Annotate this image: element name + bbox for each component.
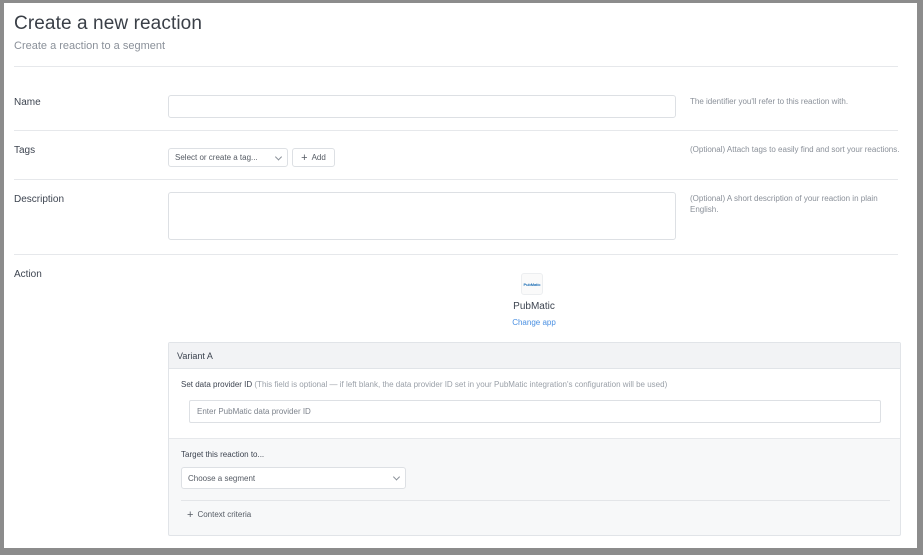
variant-divider [181,500,890,501]
provider-id-input[interactable]: Enter PubMatic data provider ID [189,400,881,423]
provider-id-placeholder: Enter PubMatic data provider ID [197,407,311,416]
tags-label: Tags [14,145,36,156]
change-app-link[interactable]: Change app [484,318,584,327]
description-divider [14,254,898,255]
name-input[interactable] [168,95,676,118]
variant-header: Variant A [169,343,900,369]
provider-id-hint: (This field is optional — if left blank,… [254,380,668,389]
target-label: Target this reaction to... [181,450,265,459]
name-label: Name [14,97,41,108]
segment-select-value: Choose a segment [188,473,256,483]
chevron-down-icon [392,473,401,481]
plus-icon: + [187,508,194,521]
description-label: Description [14,194,65,205]
provider-id-label: Set data provider ID (This field is opti… [181,380,668,389]
description-textarea[interactable] [168,192,676,240]
variant-panel: Variant A Set data provider ID (This fie… [168,342,901,536]
page-subtitle: Create a reaction to a segment [14,40,166,52]
pubmatic-logo: PubMatic [521,273,543,295]
tags-help-text: (Optional) Attach tags to easily find an… [690,145,900,154]
window-frame: Create a new reaction Create a reaction … [0,0,923,555]
context-criteria-label: Context criteria [197,510,252,519]
tags-divider [14,179,898,180]
variant-provider-section: Set data provider ID (This field is opti… [169,369,900,439]
segment-select[interactable]: Choose a segment [181,467,406,489]
add-tag-button[interactable]: + Add [292,148,335,167]
context-criteria-button[interactable]: + Context criteria [187,508,252,521]
variant-title: Variant A [177,350,213,361]
page-title: Create a new reaction [14,13,202,34]
name-help-text: The identifier you'll refer to this reac… [690,97,849,106]
chevron-down-icon [274,152,283,161]
add-tag-label: Add [311,153,326,162]
tag-select[interactable]: Select or create a tag... [168,148,288,167]
plus-icon: + [301,151,308,164]
app-name: PubMatic [513,301,555,312]
action-label: Action [14,269,42,280]
description-help-text: (Optional) A short description of your r… [690,194,878,214]
header-divider [14,66,898,67]
name-divider [14,130,898,131]
tag-select-placeholder: Select or create a tag... [175,153,258,162]
